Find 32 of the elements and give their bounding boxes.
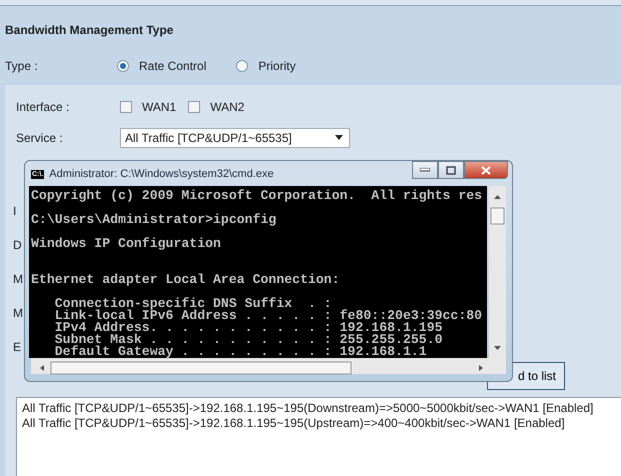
caret-icon xyxy=(335,135,343,140)
field-label: D xyxy=(13,238,22,252)
option-label: WAN2 xyxy=(210,98,244,116)
service-dropdown[interactable]: All Traffic [TCP&UDP/1~65535] xyxy=(120,128,350,148)
field-label: I xyxy=(13,204,16,218)
option-label: WAN1 xyxy=(142,98,176,116)
list-item[interactable]: All Traffic [TCP&UDP/1~65535]->192.168.1.195~195(Downstream)=>5000~5000kbit/sec->WAN1 [Enabled] xyxy=(22,401,620,416)
maximize-icon xyxy=(446,166,456,174)
option-label: Rate Control xyxy=(139,58,206,75)
section-title: Bandwidth Management Type xyxy=(4,22,174,39)
checkbox[interactable] xyxy=(120,100,132,112)
close-icon xyxy=(481,166,491,174)
field-label: Interface : xyxy=(16,98,70,116)
field-label: M xyxy=(13,272,23,286)
field-label: M xyxy=(13,306,23,320)
minimize-button[interactable] xyxy=(412,161,438,179)
close-button[interactable] xyxy=(464,161,508,179)
field-label: Service : xyxy=(16,130,64,146)
maximize-button[interactable] xyxy=(438,161,464,179)
radio-button[interactable] xyxy=(117,60,129,72)
horizontal-scrollbar[interactable] xyxy=(31,358,506,374)
console-output: Copyright (c) 2009 Microsoft Corporation. All rights res C:\Users\Administrator>ipconfig Windows IP Configuration Ethernet adapter Local Area Connection: Connection-specific DNS Suffix . : Link-local IPv6 Address . . . . . : fe80::20e3:39cc:80 IPv4 Address. . . . . . . . . . . : 192.168.1.195 Subnet Mask . . . . . . . . . . . : 255.255.255.0 Default Gateway . . . . . . . . . : 192.168.1.1 xyxy=(29,186,487,358)
window-title: Administrator: C:\Windows\system32\cmd.exe xyxy=(49,166,274,182)
rule-list[interactable]: All Traffic [TCP&UDP/1~65535]->192.168.1.195~195(Downstream)=>5000~5000kbit/sec->WAN1 [Enabled] All Traffic [TCP&UDP/1~65535]->192.168.1.195~195(Upstream)=>400~400kbit/sec->WAN1 [Enabled] xyxy=(16,397,621,476)
field-label: Type : xyxy=(5,58,39,75)
list-item[interactable]: All Traffic [TCP&UDP/1~65535]->192.168.1.195~195(Upstream)=>400~400kbit/sec->WAN1 [Enabled] xyxy=(22,416,620,431)
checkbox[interactable] xyxy=(188,100,200,112)
vertical-scrollbar[interactable] xyxy=(489,186,506,358)
minimize-icon xyxy=(420,168,430,172)
field-label: E xyxy=(13,340,22,354)
option-label: Priority xyxy=(258,58,296,75)
radio-button[interactable] xyxy=(236,60,248,72)
